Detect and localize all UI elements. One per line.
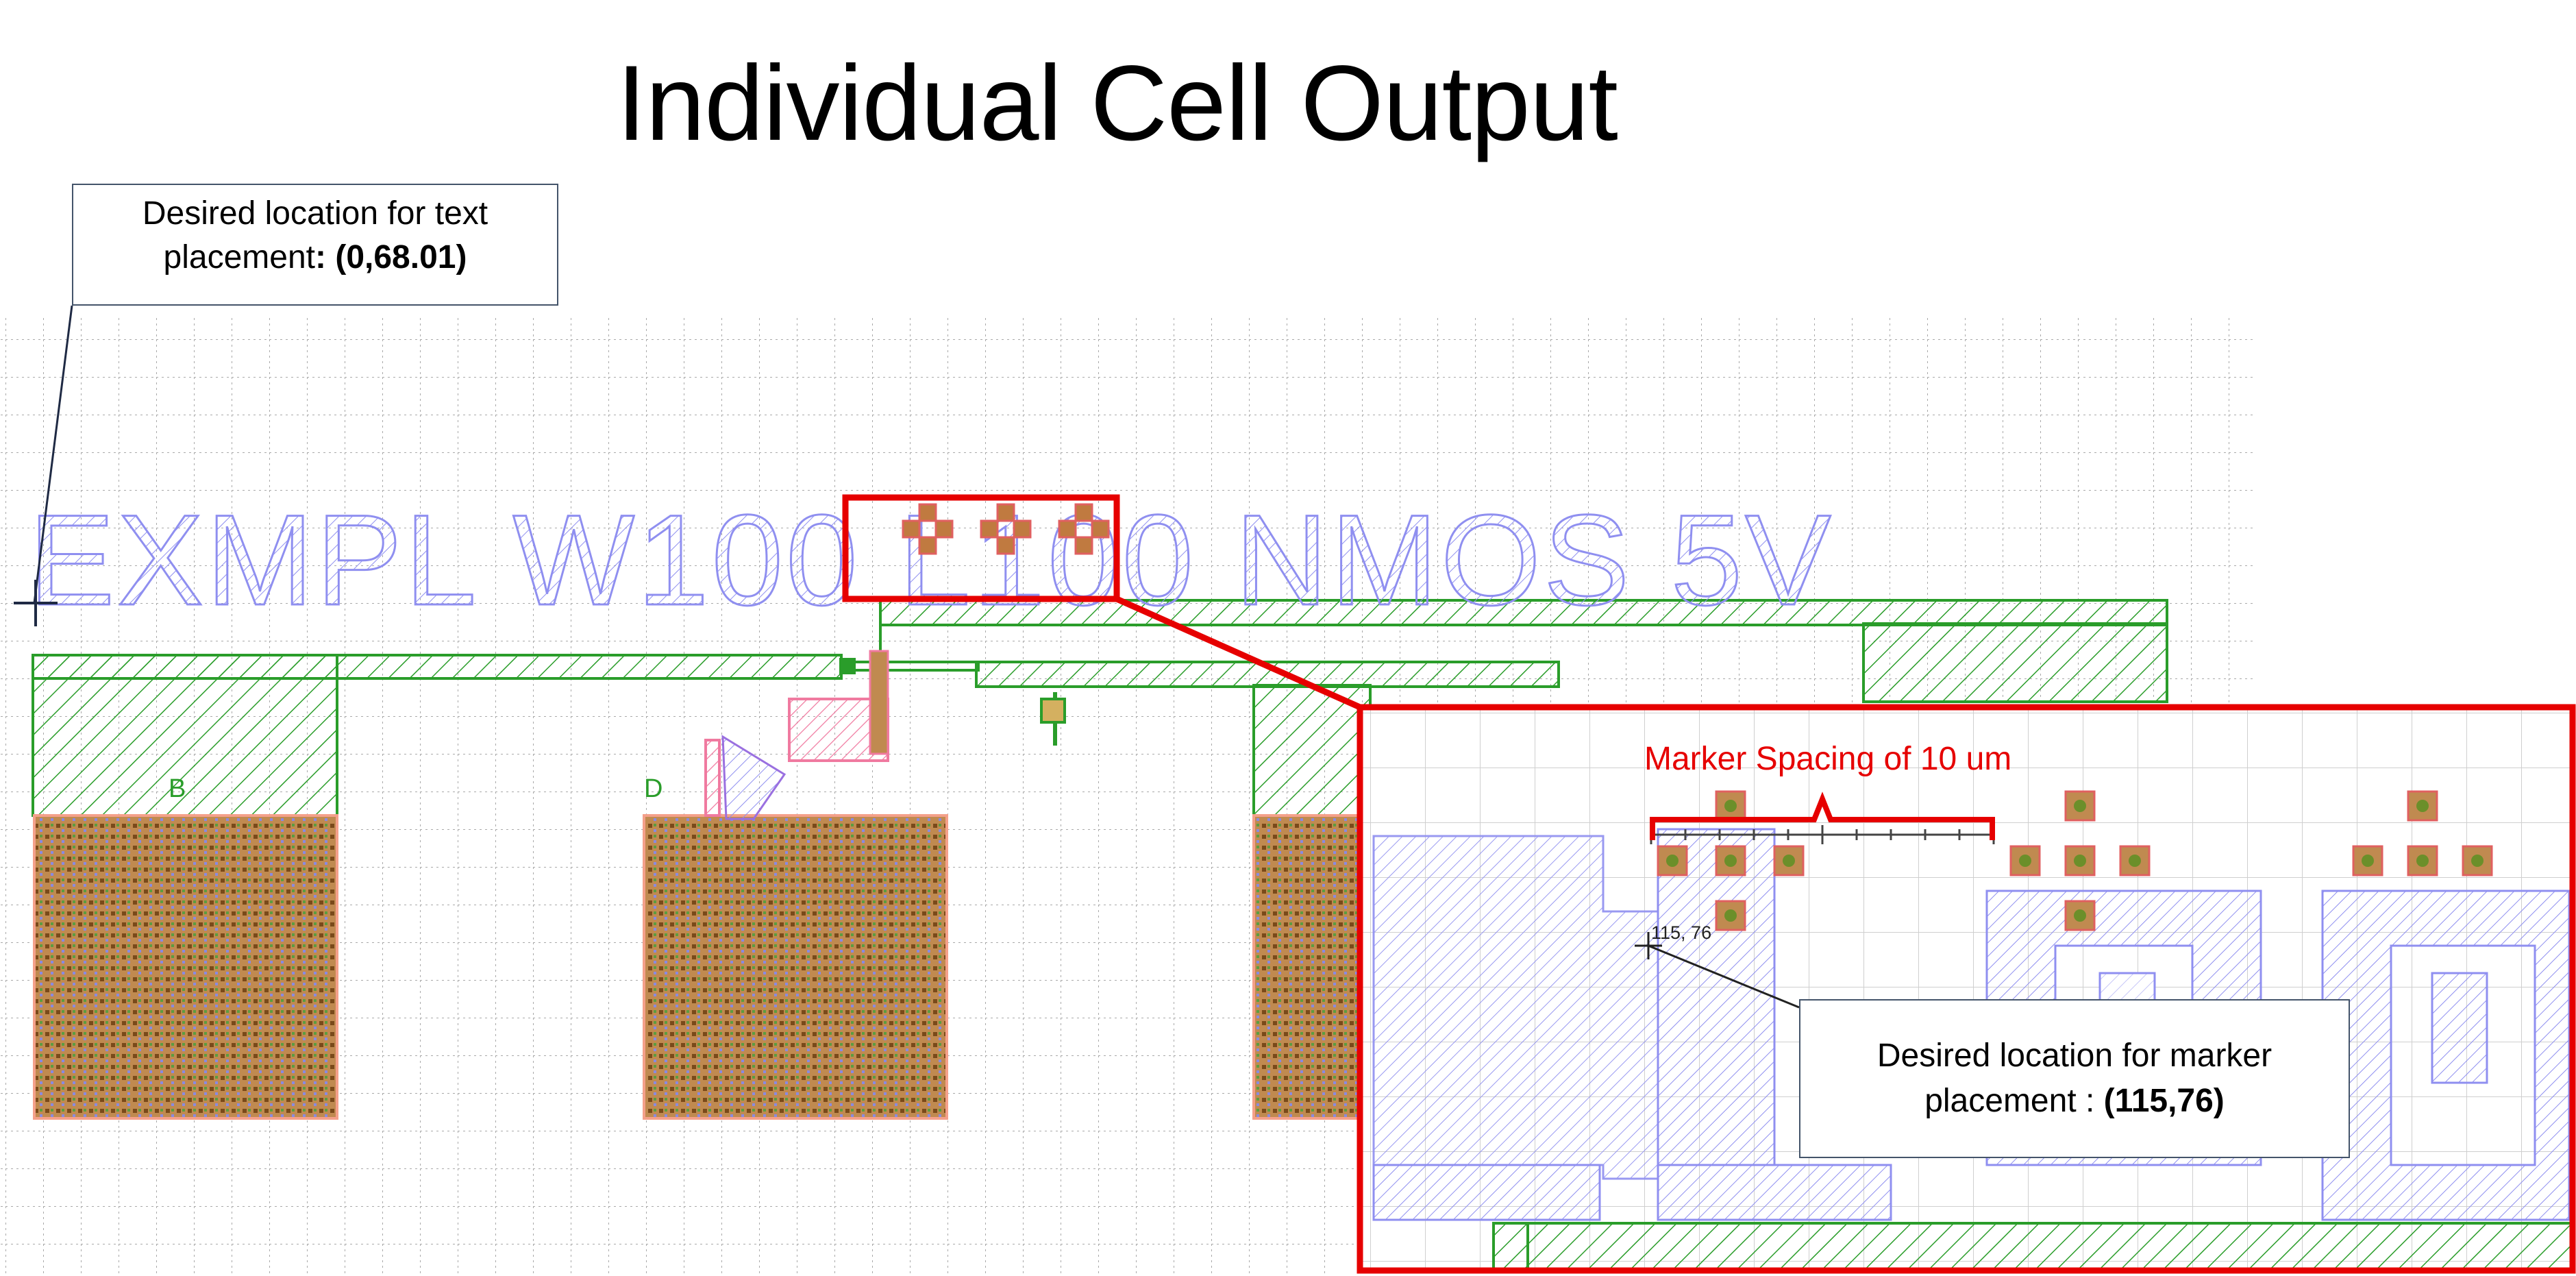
text-placement-callout: Desired location for text placement: (0,… (72, 184, 558, 306)
callout-marker-line2: placement : (115,76) (1800, 1079, 2349, 1124)
pin-label-d: D (644, 774, 663, 803)
callout-marker-line1: Desired location for marker (1877, 1038, 2272, 1074)
callout-text-value: : (0,68.01) (315, 239, 467, 275)
callout-text-prefix: placement (163, 239, 316, 275)
callout-marker-value: (115,76) (2103, 1083, 2225, 1119)
pad-third (1252, 814, 1372, 1120)
pad-d (643, 814, 948, 1120)
callout-marker-prefix: placement : (1924, 1083, 2104, 1119)
pin-label-b: B (169, 774, 186, 803)
zoom-panel (1357, 704, 2576, 1274)
page-title: Individual Cell Output (617, 44, 1618, 163)
marker-spacing-label: Marker Spacing of 10 um (1644, 741, 2012, 777)
coordinate-readout: 115, 76 (1651, 922, 1712, 943)
callout-text-line1: Desired location for text (142, 195, 488, 232)
callout-text-line2: placement: (0,68.01) (73, 236, 557, 280)
marker-placement-callout: Desired location for marker placement : … (1799, 999, 2350, 1158)
pad-b (33, 814, 338, 1120)
